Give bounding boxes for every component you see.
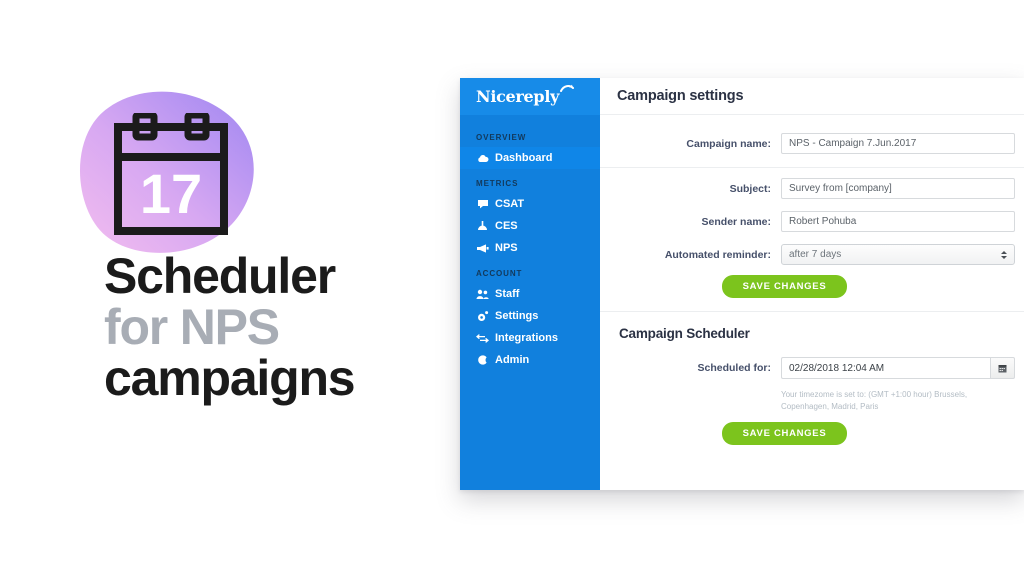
sidebar-item-label: CES bbox=[495, 220, 518, 232]
sidebar-item-nps[interactable]: NPS bbox=[460, 237, 600, 259]
field-row-automated-reminder: Automated reminder: after 7 days bbox=[600, 238, 1024, 271]
promo-panel: 17 Scheduler for NPS campaigns bbox=[0, 0, 460, 569]
headline-line-3: campaigns bbox=[104, 350, 356, 406]
calendar-picker-button[interactable] bbox=[990, 357, 1015, 379]
save-changes-button-scheduler[interactable]: SAVE CHANGES bbox=[721, 422, 848, 446]
brand-name: Nicereply bbox=[476, 87, 560, 106]
sidebar-item-csat[interactable]: CSAT bbox=[460, 193, 600, 215]
section-divider bbox=[600, 311, 1024, 312]
swoosh-icon bbox=[560, 84, 574, 92]
brand-logo[interactable]: Nicereply bbox=[460, 78, 600, 115]
sidebar-item-label: Settings bbox=[495, 310, 539, 322]
sidebar-item-label: NPS bbox=[495, 242, 518, 254]
sidebar-item-admin[interactable]: Admin bbox=[460, 349, 600, 371]
headline-line-1: Scheduler bbox=[104, 248, 336, 304]
calendar-day-number: 17 bbox=[140, 162, 202, 225]
gear-icon bbox=[476, 310, 489, 322]
timezone-note: Your timezome is set to: (GMT +1:00 hour… bbox=[781, 390, 968, 411]
chevron-updown-icon bbox=[1001, 250, 1007, 259]
sidebar-item-dashboard[interactable]: Dashboard bbox=[460, 147, 600, 169]
scheduled-for-label: Scheduled for: bbox=[697, 362, 771, 374]
automated-reminder-value: after 7 days bbox=[789, 249, 842, 260]
cloud-icon bbox=[476, 154, 489, 163]
sender-name-input[interactable] bbox=[781, 211, 1015, 232]
field-row-sender-name: Sender name: bbox=[600, 205, 1024, 238]
calendar-icon bbox=[998, 364, 1007, 372]
sidebar-item-label: CSAT bbox=[495, 198, 525, 210]
sidebar-item-settings[interactable]: Settings bbox=[460, 305, 600, 327]
moon-icon bbox=[476, 355, 489, 365]
calendar-17-icon: 17 bbox=[114, 113, 228, 235]
settings-save-row: SAVE CHANGES bbox=[545, 271, 1024, 302]
sidebar-item-label: Staff bbox=[495, 288, 520, 300]
campaign-name-label: Campaign name: bbox=[686, 137, 771, 150]
subject-label: Subject: bbox=[729, 182, 771, 195]
sidebar-item-label: Integrations bbox=[495, 332, 558, 344]
campaign-name-input[interactable] bbox=[781, 133, 1015, 154]
gauge-icon bbox=[476, 221, 489, 231]
subject-input[interactable] bbox=[781, 178, 1015, 199]
sidebar-nav: OVERVIEW Dashboard METRICS CSAT CES NPS … bbox=[460, 115, 600, 371]
scheduler-section: Campaign Scheduler bbox=[600, 322, 1024, 349]
speech-bubble-icon bbox=[476, 199, 489, 209]
date-picker bbox=[781, 357, 1015, 379]
scheduler-form: Scheduled for: 02/28/2018 12:04 AM Your … bbox=[600, 349, 1024, 449]
timezone-note-row: Your timezome is set to: (GMT +1:00 hour… bbox=[600, 385, 1024, 412]
automated-reminder-label: Automated reminder: bbox=[664, 248, 771, 261]
save-changes-button-settings[interactable]: SAVE CHANGES bbox=[721, 275, 848, 298]
scheduler-title: Campaign Scheduler bbox=[619, 326, 750, 341]
page-title: Campaign settings bbox=[617, 88, 744, 104]
field-row-subject: Subject: bbox=[600, 172, 1024, 205]
people-icon bbox=[476, 289, 489, 299]
campaign-settings-form: Campaign name: Subject: Sender name: bbox=[600, 115, 1024, 449]
arrows-exchange-icon bbox=[476, 333, 489, 343]
promo-headline: Scheduler for NPS campaigns bbox=[104, 248, 464, 406]
content-header: Campaign settings bbox=[600, 78, 1024, 115]
automated-reminder-select[interactable]: after 7 days bbox=[781, 244, 1015, 265]
app-content: Campaign settings Campaign name: Subject… bbox=[600, 78, 1024, 490]
sidebar-item-label: Dashboard bbox=[495, 152, 553, 164]
screenshot-root: 17 Scheduler for NPS campaigns Nicereply… bbox=[0, 0, 1024, 569]
scheduled-for-input[interactable] bbox=[781, 357, 990, 379]
sender-name-label: Sender name: bbox=[701, 215, 771, 228]
sidebar-section-metrics: METRICS bbox=[476, 179, 519, 188]
sidebar-section-overview: OVERVIEW bbox=[476, 133, 527, 142]
sidebar-item-ces[interactable]: CES bbox=[460, 215, 600, 237]
sidebar-item-integrations[interactable]: Integrations bbox=[460, 327, 600, 349]
app-window: Nicereply OVERVIEW Dashboard METRICS CSA… bbox=[460, 78, 1024, 490]
headline-line-2: for NPS bbox=[104, 299, 280, 355]
field-row-scheduled-for: Scheduled for: bbox=[600, 351, 1024, 385]
calendar-illustration: 17 bbox=[72, 90, 272, 260]
scheduler-save-row: SAVE CHANGES bbox=[545, 412, 1024, 449]
field-row-campaign-name: Campaign name: bbox=[600, 127, 1024, 160]
form-divider bbox=[600, 167, 1024, 168]
sidebar-item-label: Admin bbox=[495, 354, 530, 366]
megaphone-icon bbox=[476, 243, 489, 253]
